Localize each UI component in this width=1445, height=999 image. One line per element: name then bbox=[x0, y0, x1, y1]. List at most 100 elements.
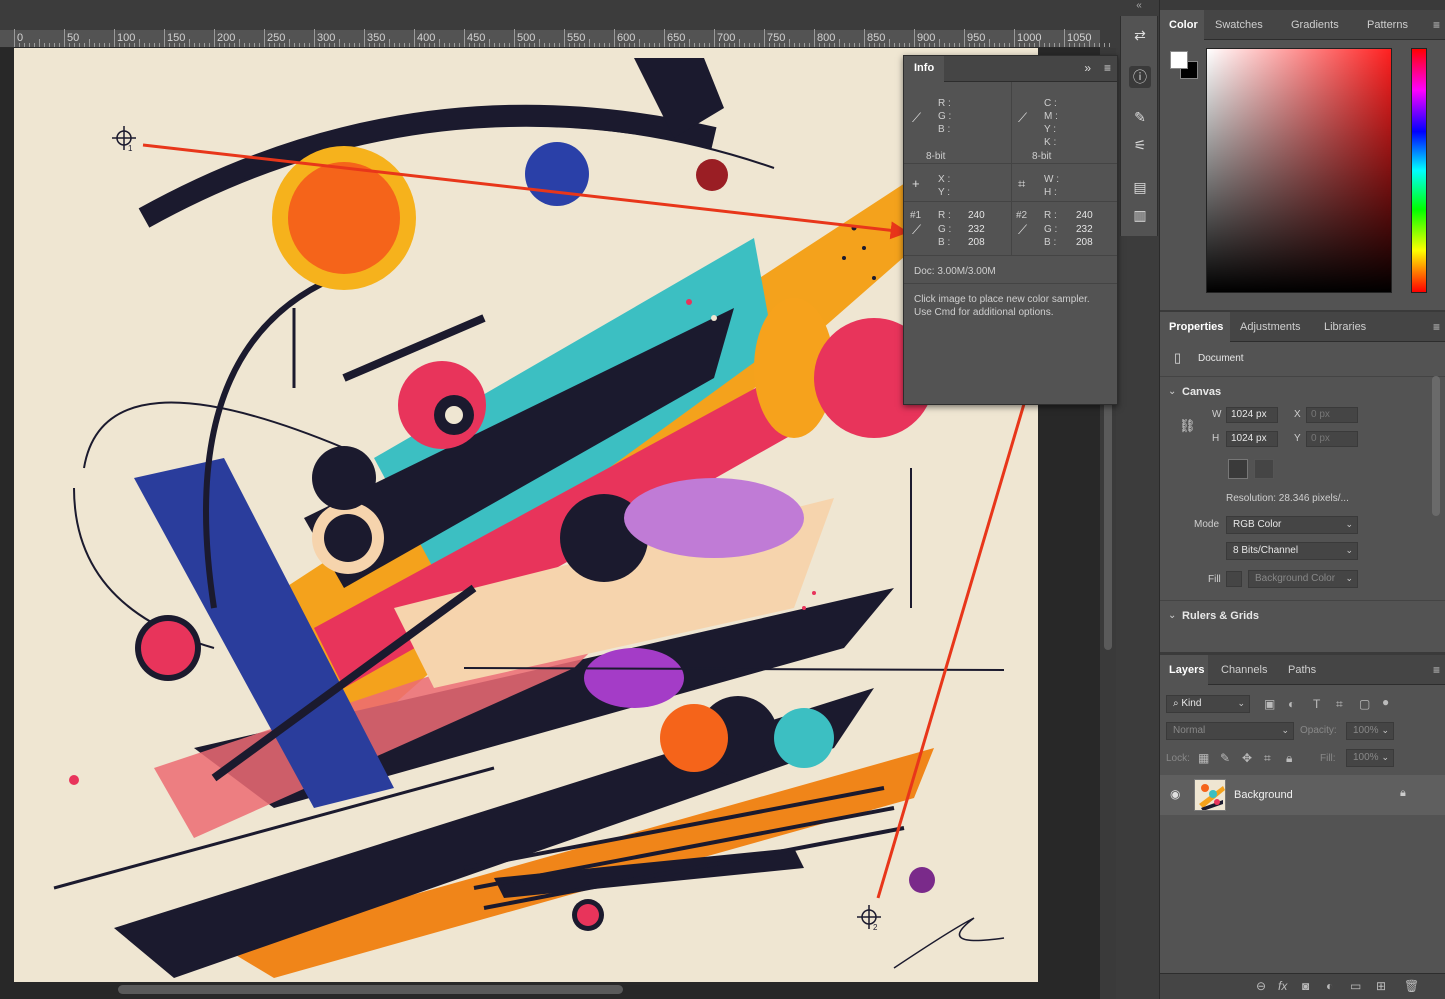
hue-slider[interactable] bbox=[1411, 48, 1427, 293]
ruler-minor-tick bbox=[359, 43, 360, 47]
ruler-minor-tick bbox=[1069, 43, 1070, 47]
abstract-artwork-image[interactable] bbox=[14, 48, 1038, 982]
ruler-minor-tick bbox=[789, 39, 790, 47]
collapse-dock-icon[interactable]: « bbox=[1118, 0, 1160, 14]
x-field[interactable]: 0 px bbox=[1306, 407, 1358, 423]
ruler-minor-tick bbox=[244, 43, 245, 47]
mode-select[interactable]: RGB Color ⌄ bbox=[1226, 516, 1358, 534]
layers-panel-menu-icon[interactable]: ≡ bbox=[1433, 663, 1440, 677]
ruler-minor-tick bbox=[59, 43, 60, 47]
color-field-gradient bbox=[1207, 49, 1391, 292]
color-panel-menu-icon[interactable]: ≡ bbox=[1433, 18, 1440, 32]
rulers-grids-heading[interactable]: Rulers & Grids bbox=[1182, 610, 1259, 622]
visibility-eye-icon[interactable]: ◉ bbox=[1170, 787, 1180, 801]
cmyk-y-label: Y : bbox=[1044, 124, 1057, 135]
horizontal-scrollbar[interactable] bbox=[118, 985, 623, 994]
tab-paths[interactable]: Paths bbox=[1288, 655, 1316, 685]
kind-filter-select[interactable]: ⌕ Kind ⌄ bbox=[1166, 695, 1250, 713]
pixel-filter-icon[interactable]: ▣ bbox=[1264, 697, 1275, 711]
tab-info[interactable]: Info bbox=[904, 56, 945, 82]
cmyk-k-label: K : bbox=[1044, 137, 1057, 148]
ruler-minor-tick bbox=[844, 43, 845, 47]
ruler-minor-tick bbox=[54, 43, 55, 47]
lock-position-icon[interactable]: ✥ bbox=[1242, 751, 1252, 765]
adjustment-layer-icon[interactable]: ◐ bbox=[1326, 979, 1333, 993]
tab-gradients[interactable]: Gradients bbox=[1291, 10, 1339, 40]
ruler-minor-tick bbox=[424, 43, 425, 47]
notes-icon[interactable]: ▥ bbox=[1129, 204, 1151, 226]
opacity-field[interactable]: 100% ⌄ bbox=[1346, 722, 1394, 740]
foreground-color-swatch[interactable] bbox=[1170, 51, 1188, 69]
ruler-major-tick bbox=[964, 29, 965, 47]
properties-scrollbar[interactable] bbox=[1432, 376, 1440, 516]
ruler-minor-tick bbox=[569, 43, 570, 47]
bit-depth-select[interactable]: 8 Bits/Channel ⌄ bbox=[1226, 542, 1358, 560]
sampler-2-g-label: G : bbox=[1044, 224, 1058, 235]
ruler-major-tick bbox=[814, 29, 815, 47]
ruler-minor-tick bbox=[389, 39, 390, 47]
sampler-2-b-value: 208 bbox=[1076, 237, 1093, 248]
link-proportions-icon[interactable]: ⛓ bbox=[1179, 418, 1196, 434]
ruler-minor-tick bbox=[444, 43, 445, 47]
ruler-minor-tick bbox=[149, 43, 150, 47]
rulers-chevron-icon[interactable]: ⌄ bbox=[1168, 610, 1176, 621]
lock-image-icon[interactable]: ✎ bbox=[1220, 751, 1230, 765]
link-layers-icon[interactable]: ⊖ bbox=[1256, 979, 1266, 993]
smart-object-filter-icon[interactable]: ▢ bbox=[1359, 697, 1370, 711]
shape-filter-icon[interactable]: ⌗ bbox=[1336, 697, 1343, 712]
height-field[interactable]: 1024 px bbox=[1226, 431, 1278, 447]
delete-layer-icon[interactable]: 🗑︎ bbox=[1404, 979, 1419, 993]
canvas-chevron-icon[interactable]: ⌄ bbox=[1168, 386, 1176, 397]
ruler-minor-tick bbox=[84, 43, 85, 47]
new-layer-icon[interactable]: ⊞ bbox=[1376, 979, 1386, 993]
ruler-minor-tick bbox=[599, 43, 600, 47]
brush-icon[interactable]: ✎ bbox=[1129, 106, 1151, 128]
fill-swatch[interactable] bbox=[1226, 571, 1242, 587]
vertical-scrollbar[interactable] bbox=[1104, 390, 1112, 650]
ruler-minor-tick bbox=[894, 43, 895, 47]
fill-select[interactable]: Background Color ⌄ bbox=[1248, 570, 1358, 588]
lock-all-icon[interactable]: 🔒︎ bbox=[1286, 751, 1292, 766]
tab-channels[interactable]: Channels bbox=[1221, 655, 1267, 685]
properties-panel-menu-icon[interactable]: ≡ bbox=[1433, 320, 1440, 334]
layer-name: Background bbox=[1234, 789, 1293, 801]
chevron-down-icon: ⌄ bbox=[1381, 752, 1389, 762]
fill-opacity-field[interactable]: 100% ⌄ bbox=[1346, 749, 1394, 767]
fill-label: Fill bbox=[1208, 574, 1221, 585]
filter-toggle-icon[interactable]: ● bbox=[1382, 695, 1389, 709]
blend-mode-select[interactable]: Normal ⌄ bbox=[1166, 722, 1294, 740]
tab-swatches[interactable]: Swatches bbox=[1215, 10, 1263, 40]
ruler-minor-tick bbox=[779, 43, 780, 47]
panel-menu-icon[interactable]: ≡ bbox=[1104, 61, 1111, 75]
layer-style-fx-icon[interactable]: fx bbox=[1278, 979, 1287, 993]
tab-patterns[interactable]: Patterns bbox=[1367, 10, 1408, 40]
y-field[interactable]: 0 px bbox=[1306, 431, 1358, 447]
portrait-orientation-button[interactable] bbox=[1228, 459, 1248, 479]
doc-size-text: Doc: 3.00M/3.00M bbox=[914, 266, 996, 277]
info-icon[interactable]: ⓘ bbox=[1129, 66, 1151, 88]
landscape-orientation-button[interactable] bbox=[1254, 459, 1274, 479]
layer-row-background[interactable]: ◉ Background 🔒︎ bbox=[1160, 775, 1445, 815]
tab-properties[interactable]: Properties bbox=[1160, 312, 1230, 342]
collapse-panel-icon[interactable]: » bbox=[1084, 61, 1091, 75]
canvas-heading[interactable]: Canvas bbox=[1182, 386, 1221, 398]
lock-transparent-icon[interactable]: ▦ bbox=[1198, 751, 1209, 765]
history-icon[interactable]: ⇄ bbox=[1129, 24, 1151, 46]
color-picker-field[interactable] bbox=[1206, 48, 1392, 293]
ruler-minor-tick bbox=[334, 43, 335, 47]
ruler-minor-tick bbox=[319, 43, 320, 47]
type-filter-icon[interactable]: T bbox=[1313, 697, 1320, 711]
lock-artboard-icon[interactable]: ⌗ bbox=[1264, 751, 1271, 766]
adjustment-filter-icon[interactable]: ◐ bbox=[1288, 697, 1295, 711]
tab-libraries[interactable]: Libraries bbox=[1324, 312, 1366, 342]
width-field[interactable]: 1024 px bbox=[1226, 407, 1278, 423]
libraries-icon[interactable]: ▤ bbox=[1129, 176, 1151, 198]
new-group-icon[interactable]: ▭ bbox=[1350, 979, 1361, 993]
properties-panel-tabs: Properties Adjustments Libraries ≡ bbox=[1160, 312, 1445, 342]
tab-layers[interactable]: Layers bbox=[1160, 655, 1208, 685]
ruler-minor-tick bbox=[549, 43, 550, 47]
tab-color[interactable]: Color bbox=[1160, 10, 1204, 40]
add-mask-icon[interactable]: ◙ bbox=[1302, 979, 1309, 993]
brush-settings-icon[interactable]: ⚟ bbox=[1129, 134, 1151, 156]
tab-adjustments[interactable]: Adjustments bbox=[1240, 312, 1301, 342]
